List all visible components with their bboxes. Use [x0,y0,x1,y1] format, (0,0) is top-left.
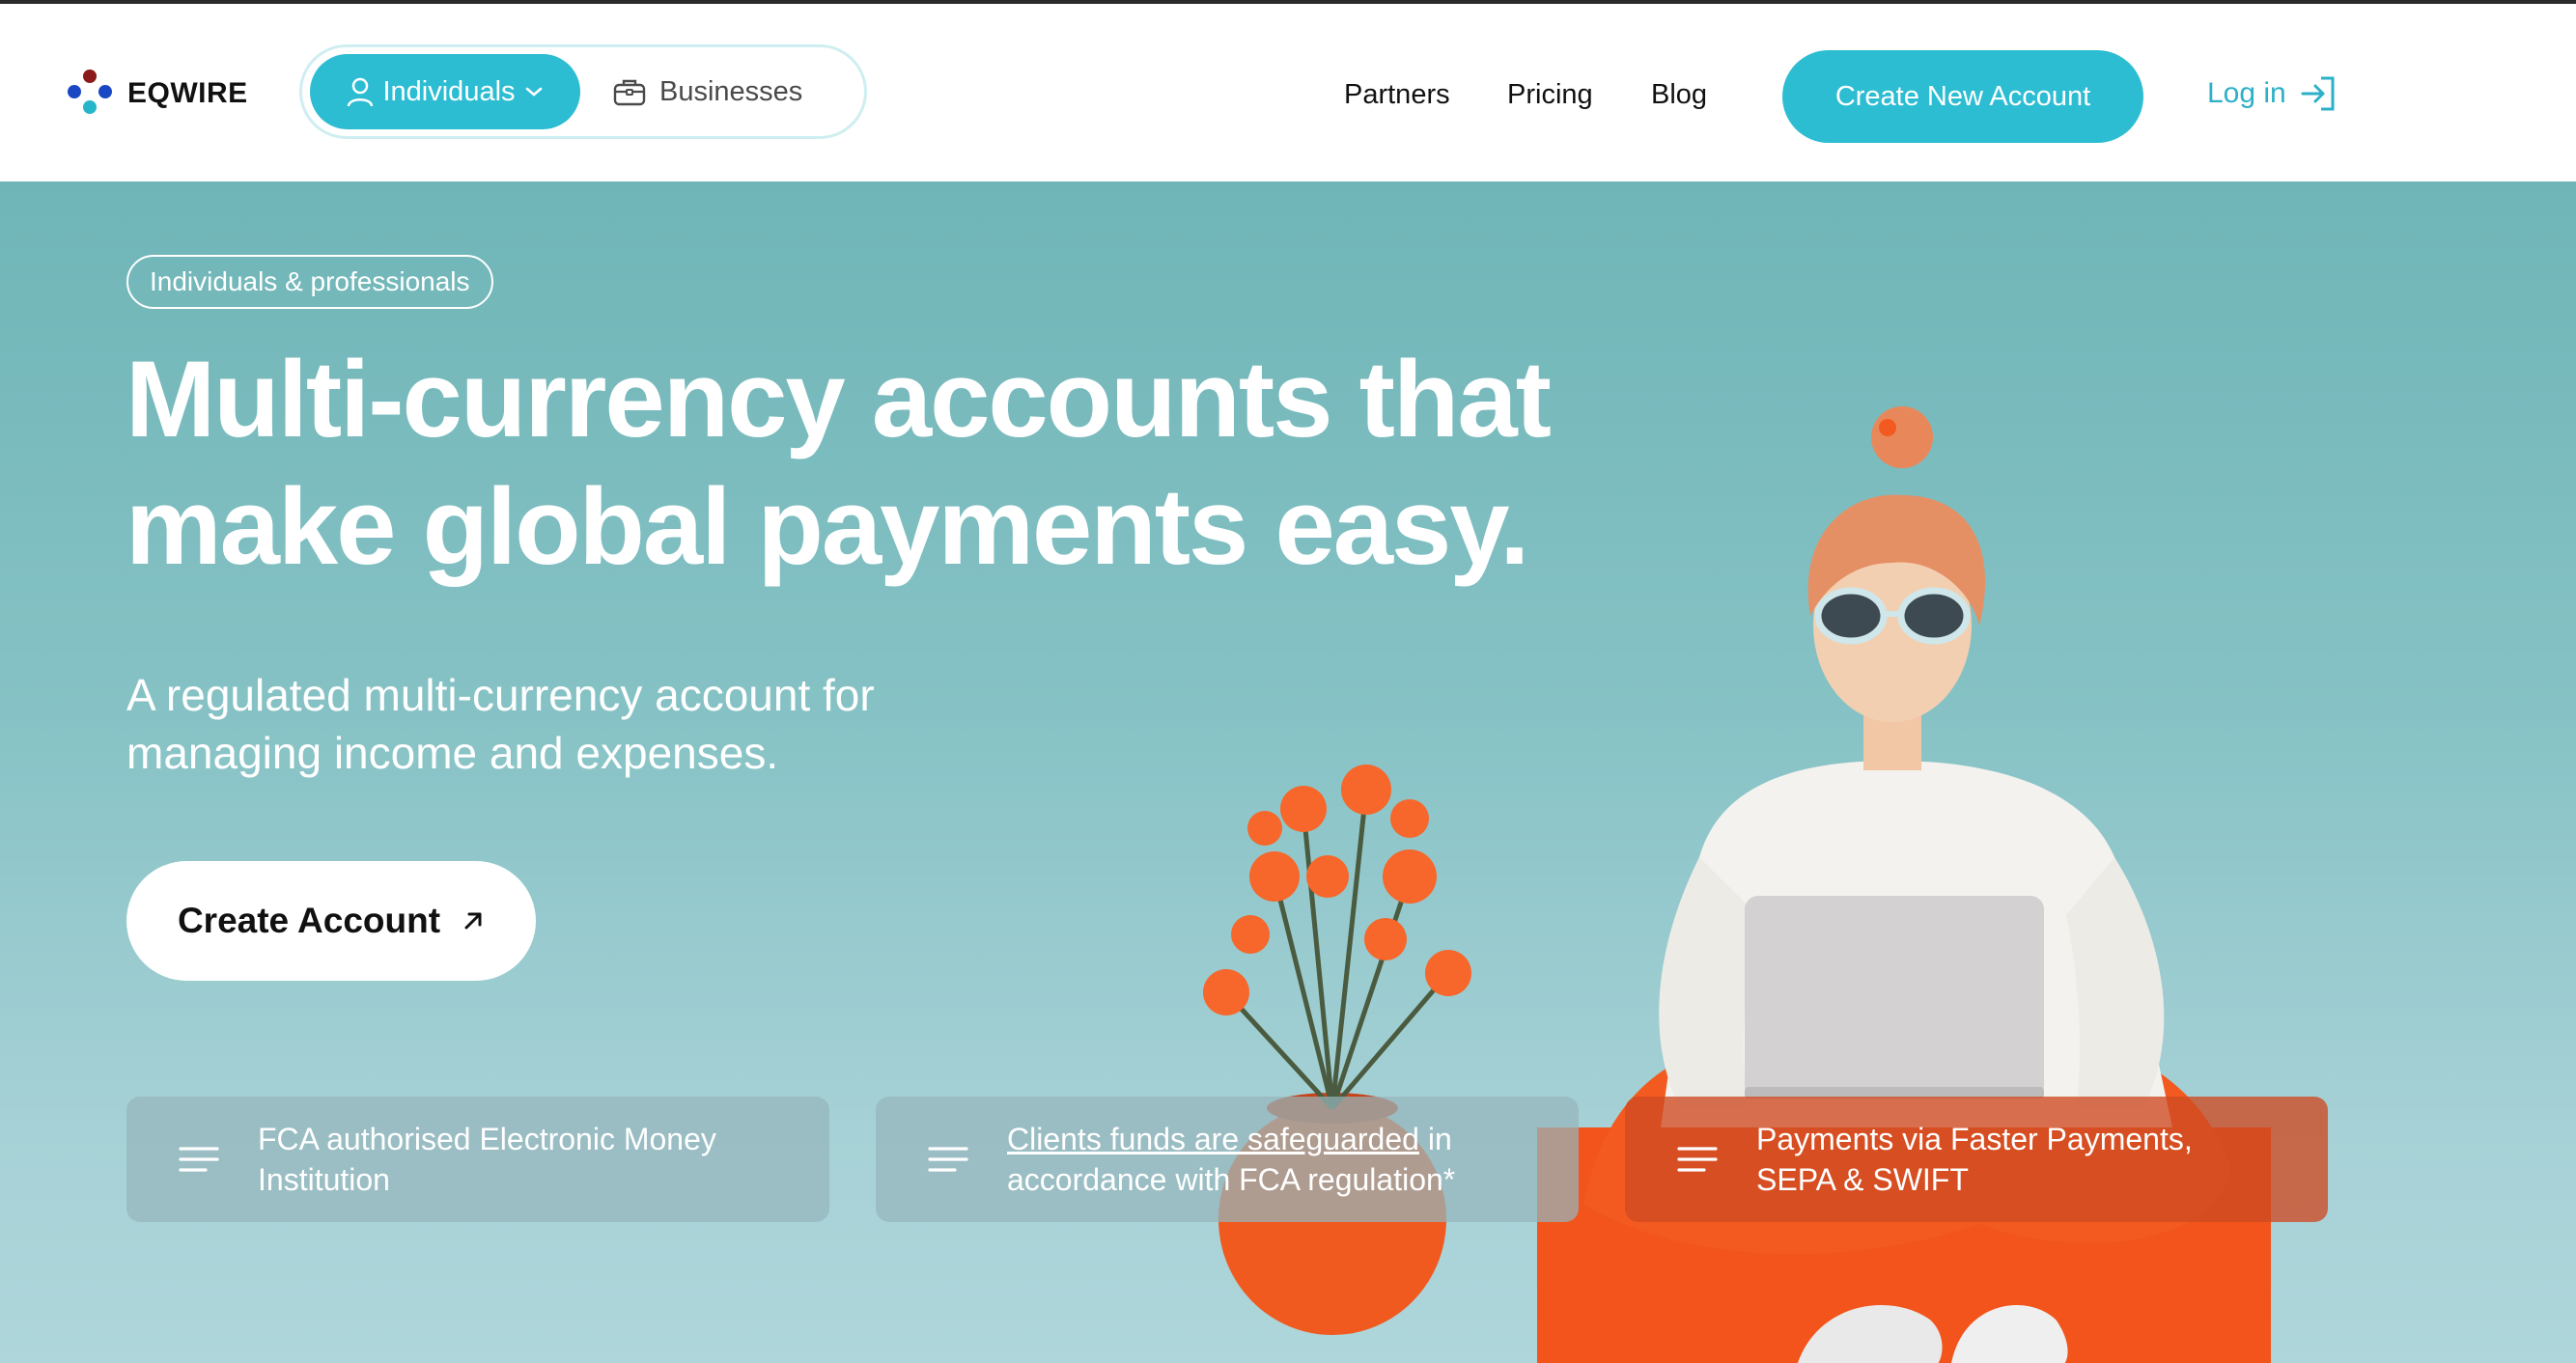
hero-subtitle: A regulated multi-currency account for m… [126,666,995,782]
feature-text: Payments via Faster Payments, SEPA & SWI… [1756,1122,2193,1197]
feature-card-safeguarded: Clients funds are safeguarded in accorda… [876,1097,1579,1222]
businesses-label: Businesses [659,75,803,107]
login-link[interactable]: Log in [2207,75,2338,112]
briefcase-icon [613,79,646,106]
create-account-label: Create Account [177,901,441,940]
user-icon [348,77,374,107]
login-icon [2301,76,2335,111]
hero-subtitle-line-1: A regulated multi-currency account for [126,670,875,720]
feature-card-payments: Payments via Faster Payments, SEPA & SWI… [1625,1097,2328,1222]
menu-lines-icon [928,1147,968,1172]
nav-pricing[interactable]: Pricing [1507,79,1593,111]
individuals-label: Individuals [382,75,516,107]
individuals-tab[interactable]: Individuals [310,54,580,129]
menu-lines-icon [179,1147,219,1172]
audience-switcher: Individuals Businesses [299,44,867,139]
hero-title: Multi-currency accounts that make global… [126,336,1574,591]
hero-section: Individuals & professionals Multi-curren… [0,181,2576,1363]
logo-icon [66,70,114,118]
arrow-up-right-icon [464,912,482,930]
menu-lines-icon [1677,1147,1718,1172]
site-header: EQWIRE Individuals Businesses Partners P… [0,4,2576,181]
audience-chip: Individuals & professionals [126,255,493,309]
businesses-tab[interactable]: Businesses [613,54,806,129]
hero-subtitle-line-2: managing income and expenses. [126,728,779,778]
chevron-down-icon [525,87,542,97]
brand-name: EQWIRE [127,77,248,109]
create-new-account-button[interactable]: Create New Account [1782,50,2143,143]
feature-text: Clients funds are safeguarded in accorda… [1007,1119,1509,1200]
login-label: Log in [2207,77,2286,109]
hero-title-line-1: Multi-currency accounts that [126,339,1552,459]
feature-text: FCA authorised Electronic Money Institut… [258,1122,716,1197]
create-account-button[interactable]: Create Account [126,861,536,981]
safeguarded-link[interactable]: Clients funds are safeguarded [1007,1122,1419,1156]
hero-title-line-2: make global payments easy. [126,466,1529,587]
nav-blog[interactable]: Blog [1651,79,1707,111]
nav-partners[interactable]: Partners [1344,79,1450,111]
feature-card-fca: FCA authorised Electronic Money Institut… [126,1097,829,1222]
brand-logo[interactable]: EQWIRE [66,70,248,118]
